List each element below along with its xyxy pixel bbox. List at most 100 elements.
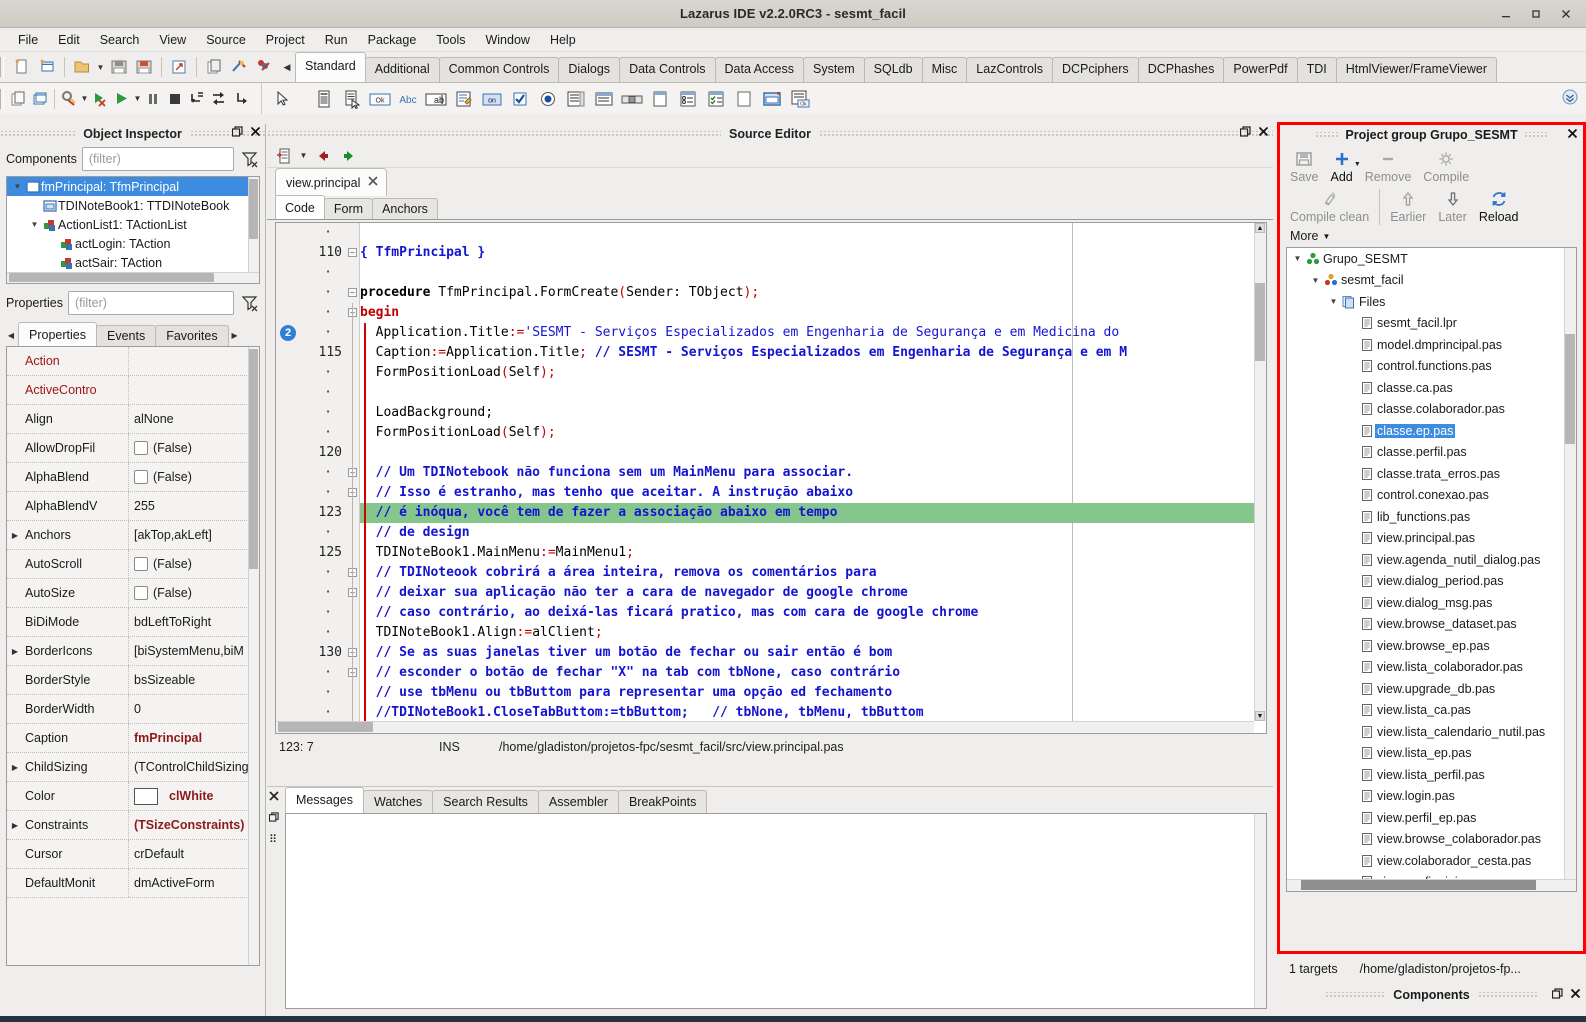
code-line[interactable] xyxy=(360,443,1266,463)
oi-tab-prev-icon[interactable]: ◀ xyxy=(4,325,18,346)
tpanel-icon[interactable] xyxy=(732,87,756,111)
tab-search-results[interactable]: Search Results xyxy=(432,790,539,813)
maximize-icon[interactable] xyxy=(1528,6,1544,22)
project-tree-item[interactable]: view.principal.pas xyxy=(1287,528,1576,550)
tree-expander-icon[interactable]: ▼ xyxy=(1327,297,1340,306)
component-tree-item[interactable]: ▼ActionList1: TActionList xyxy=(7,215,259,234)
component-tree-item[interactable]: actSair: TAction xyxy=(7,253,259,272)
palette-tab-data-controls[interactable]: Data Controls xyxy=(619,57,715,82)
project-tree-item[interactable]: view.colaborador_cesta.pas xyxy=(1287,850,1576,872)
se-restore-icon[interactable] xyxy=(1240,126,1251,140)
pg-tree-hscrollbar[interactable] xyxy=(1287,879,1576,891)
tree-expander-icon[interactable]: ▼ xyxy=(28,220,41,229)
project-tree-item[interactable]: classe.ep.pas xyxy=(1287,420,1576,442)
property-expander-icon[interactable]: ▶ xyxy=(7,647,23,656)
project-tree-item[interactable]: model.dmprincipal.pas xyxy=(1287,334,1576,356)
property-row[interactable]: Action xyxy=(7,347,259,376)
code-line[interactable]: // use tbMenu ou tbButtom para represent… xyxy=(360,683,1266,703)
property-value[interactable]: crDefault xyxy=(129,847,259,861)
project-group-tree[interactable]: ▼Grupo_SESMT▼sesmt_facil▼Filessesmt_faci… xyxy=(1286,247,1577,892)
stop-icon[interactable] xyxy=(164,88,186,110)
new-form-icon[interactable] xyxy=(36,56,58,78)
build-icon[interactable] xyxy=(58,88,80,110)
tedit-icon[interactable]: ab xyxy=(424,87,448,111)
save-all-icon[interactable] xyxy=(133,56,155,78)
property-value[interactable]: dmActiveForm xyxy=(129,876,259,890)
project-group-close-icon[interactable] xyxy=(1567,128,1578,142)
toggle-form-unit-icon[interactable] xyxy=(168,56,190,78)
tcheckbox-icon[interactable] xyxy=(508,87,532,111)
step-out-icon[interactable] xyxy=(230,88,252,110)
messages-grip-icon[interactable]: ⠿ xyxy=(269,833,279,846)
project-tree-item[interactable]: ▼sesmt_facil xyxy=(1287,270,1576,292)
property-checkbox[interactable] xyxy=(134,441,148,455)
oi-tab-next-icon[interactable]: ▶ xyxy=(228,325,242,346)
menu-search[interactable]: Search xyxy=(90,30,150,50)
code-line[interactable]: LoadBackground; xyxy=(360,403,1266,423)
menu-package[interactable]: Package xyxy=(358,30,427,50)
tree-expander-icon[interactable]: ▼ xyxy=(1309,276,1322,285)
pg-earlier-button[interactable]: Earlier xyxy=(1384,187,1432,227)
property-checkbox[interactable] xyxy=(134,557,148,571)
tcheckgroup-icon[interactable] xyxy=(704,87,728,111)
color-swatch[interactable] xyxy=(134,788,158,805)
code-line[interactable]: // Um TDINotebook não funciona sem um Ma… xyxy=(360,463,1266,483)
project-tree-item[interactable]: ▼Files xyxy=(1287,291,1576,313)
property-value[interactable]: bdLeftToRight xyxy=(129,615,259,629)
properties-filter-clear-icon[interactable] xyxy=(239,292,261,314)
property-row[interactable]: AlphaBlend(False) xyxy=(7,463,259,492)
menu-edit[interactable]: Edit xyxy=(48,30,90,50)
code-line[interactable]: FormPositionLoad(Self); xyxy=(360,363,1266,383)
messages-restore-icon[interactable] xyxy=(269,812,279,825)
tscrollbar-icon[interactable] xyxy=(620,87,644,111)
pause-icon[interactable] xyxy=(142,88,164,110)
property-row[interactable]: ▶Anchors[akTop,akLeft] xyxy=(7,521,259,550)
property-row[interactable]: ▶Constraints(TSizeConstraints) xyxy=(7,811,259,840)
property-expander-icon[interactable]: ▶ xyxy=(7,531,23,540)
project-tree-item[interactable]: view.lista_perfil.pas xyxy=(1287,764,1576,786)
editor-text-area[interactable]: { TfmPrincipal }procedure TfmPrincipal.F… xyxy=(360,223,1266,733)
code-editor[interactable]: 2 ·110····115····120··123·125····130····… xyxy=(275,222,1267,734)
tframe-icon[interactable] xyxy=(760,87,784,111)
editor-fold-gutter[interactable]: ––––––––– xyxy=(346,223,360,733)
property-value[interactable]: [akTop,akLeft] xyxy=(129,528,259,542)
pg-reload-button[interactable]: Reload xyxy=(1473,187,1525,227)
step-over-icon[interactable] xyxy=(208,88,230,110)
tab-code[interactable]: Code xyxy=(275,195,325,219)
project-tree-item[interactable]: classe.colaborador.pas xyxy=(1287,399,1576,421)
menu-source[interactable]: Source xyxy=(196,30,256,50)
pg-add-button[interactable]: Add ▼ xyxy=(1325,147,1359,187)
pg-remove-button[interactable]: Remove xyxy=(1359,147,1418,187)
build-dropdown-icon[interactable]: ▼ xyxy=(80,88,89,110)
tab-anchors[interactable]: Anchors xyxy=(372,198,438,219)
messages-close-icon[interactable] xyxy=(269,791,279,804)
code-line[interactable]: // deixar sua aplicação não ter a cara d… xyxy=(360,583,1266,603)
fold-toggle-icon[interactable]: – xyxy=(348,248,357,257)
property-row[interactable]: BorderStylebsSizeable xyxy=(7,666,259,695)
run-icon[interactable] xyxy=(111,88,133,110)
property-row[interactable]: BiDiModebdLeftToRight xyxy=(7,608,259,637)
fold-toggle-icon[interactable]: – xyxy=(348,288,357,297)
property-row[interactable]: BorderWidth0 xyxy=(7,695,259,724)
tradiogroup-icon[interactable] xyxy=(676,87,700,111)
tactionlist-icon[interactable]: Ok xyxy=(788,87,812,111)
components-filter-input[interactable]: (filter) xyxy=(82,147,234,171)
project-tree-item[interactable]: view.browse_colaborador.pas xyxy=(1287,829,1576,851)
code-line[interactable]: FormPositionLoad(Self); xyxy=(360,423,1266,443)
scroll-thumb[interactable] xyxy=(1255,283,1265,361)
pg-save-button[interactable]: Save xyxy=(1284,147,1325,187)
run-dropdown-icon[interactable]: ▼ xyxy=(133,88,142,110)
property-row[interactable]: DefaultMonitdmActiveForm xyxy=(7,869,259,898)
property-value[interactable]: 255 xyxy=(129,499,259,513)
property-value[interactable]: alNone xyxy=(129,412,259,426)
oi-close-icon[interactable] xyxy=(250,126,261,140)
code-line[interactable]: // Se as suas janelas tiver um botão de … xyxy=(360,643,1266,663)
fold-cell[interactable]: – xyxy=(346,283,359,303)
components-tree-vscrollbar[interactable] xyxy=(248,177,259,283)
properties-grid[interactable]: ActionActiveControAlignalNoneAllowDropFi… xyxy=(6,346,260,966)
forward-arrow-icon[interactable] xyxy=(338,145,360,167)
editor-vscrollbar[interactable]: ▲ ▼ xyxy=(1254,223,1266,721)
property-row[interactable]: ▶ChildSizing(TControlChildSizing xyxy=(7,753,259,782)
tab-events[interactable]: Events xyxy=(96,325,156,346)
palette-expand-icon[interactable] xyxy=(1562,89,1580,107)
